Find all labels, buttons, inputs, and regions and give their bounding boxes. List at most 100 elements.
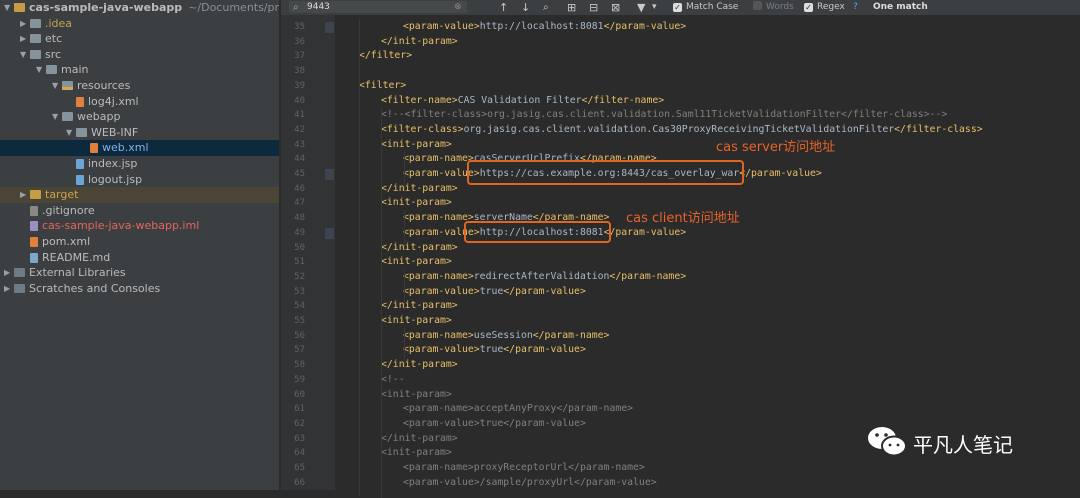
- project-path: ~/Documents/projec: [188, 1, 279, 14]
- add-selection-icon[interactable]: ⊞: [567, 0, 576, 15]
- tree-item[interactable]: ▶ target: [0, 187, 279, 204]
- code-line[interactable]: <filter-class>org.jasig.cas.client.valid…: [381, 123, 983, 138]
- search-input[interactable]: [307, 1, 447, 13]
- filter-icon[interactable]: ▼: [637, 0, 645, 15]
- line-number: 58: [294, 360, 305, 371]
- line-number: 35: [294, 22, 305, 32]
- tree-item-label: External Libraries: [29, 266, 126, 280]
- code-line[interactable]: </init-param>: [381, 299, 458, 314]
- code-line[interactable]: <init-param>: [381, 388, 452, 403]
- code-line[interactable]: <param-value>true</param-value>: [403, 285, 586, 300]
- code-line[interactable]: <init-param>: [381, 196, 452, 211]
- collapse-arrow-icon[interactable]: ▶: [20, 187, 30, 203]
- tree-item[interactable]: ▼ WEB-INF: [0, 125, 279, 141]
- tree-item[interactable]: README.md: [0, 250, 279, 266]
- tree-item-label: logout.jsp: [88, 172, 143, 186]
- expand-arrow-icon[interactable]: ▼: [4, 0, 14, 16]
- code-line[interactable]: <param-value>/sample/proxyUrl</param-val…: [403, 476, 657, 491]
- code-line[interactable]: <filter>: [359, 79, 406, 94]
- code-line[interactable]: </init-param>: [381, 432, 458, 447]
- regex-help-link[interactable]: ?: [853, 0, 858, 15]
- indent-guide: [381, 108, 382, 498]
- tree-item-label: .idea: [45, 16, 73, 30]
- match-case-option[interactable]: ✓ Match Case: [673, 0, 738, 15]
- change-marker: [325, 22, 334, 33]
- tree-item[interactable]: cas-sample-java-webapp.iml: [0, 218, 279, 234]
- clear-search-icon[interactable]: ⊗: [454, 0, 462, 15]
- code-line[interactable]: </init-param>: [381, 35, 458, 50]
- xml-tag: </init-param>: [381, 241, 458, 253]
- collapse-arrow-icon[interactable]: ▶: [20, 31, 30, 47]
- tree-item[interactable]: .gitignore: [0, 203, 279, 219]
- xml-comment: <param-value>/sample/proxyUrl</param-val…: [403, 476, 657, 488]
- tree-item[interactable]: ▶ etc: [0, 31, 279, 47]
- previous-occurrence-icon[interactable]: ↑: [499, 0, 508, 15]
- tree-item[interactable]: ▼ webapp: [0, 109, 279, 125]
- tree-item[interactable]: web.xml: [0, 140, 279, 157]
- expand-arrow-icon[interactable]: ▼: [52, 78, 62, 94]
- code-line[interactable]: <param-value>true</param-value>: [403, 343, 586, 358]
- xml-text: useSession: [473, 329, 533, 341]
- tree-item[interactable]: ▼ cas-sample-java-webapp ~/Documents/proje…: [0, 0, 279, 16]
- filter-dropdown-icon[interactable]: ▾: [652, 0, 657, 15]
- expand-arrow-icon[interactable]: ▼: [52, 109, 62, 125]
- code-line[interactable]: </init-param>: [381, 241, 458, 256]
- collapse-arrow-icon[interactable]: ▶: [4, 281, 14, 297]
- collapse-arrow-icon[interactable]: ▶: [4, 265, 14, 281]
- tree-item[interactable]: ▼ main: [0, 62, 279, 78]
- code-line[interactable]: </filter>: [359, 49, 412, 64]
- code-line[interactable]: <param-value>http://localhost:8081</para…: [403, 20, 686, 35]
- collapse-arrow-icon[interactable]: ▶: [20, 16, 30, 32]
- regex-checkbox[interactable]: ✓: [804, 3, 813, 12]
- xml-comment: <!--: [381, 373, 405, 385]
- line-number: 59: [294, 374, 305, 385]
- xml-tag: </filter-name>: [581, 94, 665, 106]
- indent-guide: [404, 211, 405, 251]
- expand-arrow-icon[interactable]: ▼: [20, 47, 30, 63]
- tree-item-label: etc: [45, 32, 63, 46]
- code-line[interactable]: <param-value>true</param-value>: [403, 417, 586, 432]
- code-line[interactable]: </init-param>: [381, 182, 458, 197]
- code-line[interactable]: <init-param>: [381, 138, 452, 153]
- tree-item[interactable]: index.jsp: [0, 156, 279, 172]
- code-line[interactable]: <init-param>: [381, 314, 452, 329]
- code-line[interactable]: <!--<filter-class>org.jasig.cas.client.v…: [381, 108, 947, 123]
- find-in-path-icon[interactable]: ⌕: [543, 0, 549, 15]
- code-line[interactable]: <param-name>acceptAnyProxy</param-name>: [403, 402, 633, 417]
- tree-item[interactable]: log4j.xml: [0, 94, 279, 110]
- tree-item[interactable]: ▶ .idea: [0, 16, 279, 32]
- code-line[interactable]: <filter-name>CAS Validation Filter</filt…: [381, 94, 664, 109]
- words-option[interactable]: Words: [753, 0, 794, 15]
- indent-guide: [404, 152, 405, 192]
- xml-tag: </param-value>: [503, 285, 586, 297]
- code-line[interactable]: <init-param>: [381, 446, 452, 461]
- code-line[interactable]: </init-param>: [381, 358, 458, 373]
- tree-item-label: webapp: [77, 110, 121, 124]
- code-line[interactable]: <init-param>: [381, 255, 452, 270]
- watermark: 平凡人笔记: [865, 423, 1013, 459]
- tree-item[interactable]: ▼ resources: [0, 78, 279, 94]
- code-line[interactable]: <!--: [381, 373, 405, 388]
- select-all-occurrences-icon[interactable]: ⊠: [611, 0, 620, 15]
- match-case-checkbox[interactable]: ✓: [673, 3, 682, 12]
- code-line[interactable]: <param-name>redirectAfterValidation</par…: [403, 270, 686, 285]
- remove-selection-icon[interactable]: ⊟: [589, 0, 598, 15]
- code-line[interactable]: <param-name>useSession</param-name>: [403, 329, 609, 344]
- tree-item[interactable]: ▼ src: [0, 47, 279, 63]
- tree-item[interactable]: logout.jsp: [0, 172, 279, 188]
- code-line[interactable]: <param-name>proxyReceptorUrl</param-name…: [403, 461, 645, 476]
- tree-item[interactable]: pom.xml: [0, 234, 279, 250]
- xml-tag: </param-value>: [739, 168, 822, 179]
- line-number: 56: [294, 330, 305, 341]
- regex-option[interactable]: ✓ Regex: [804, 0, 845, 15]
- tree-item[interactable]: ▶ External Libraries: [0, 265, 279, 281]
- expand-arrow-icon[interactable]: ▼: [66, 125, 76, 141]
- tree-item-label: web.xml: [102, 141, 149, 155]
- line-number: 63: [294, 433, 305, 444]
- tree-item[interactable]: ▶ Scratches and Consoles: [0, 281, 279, 297]
- expand-arrow-icon[interactable]: ▼: [36, 62, 46, 78]
- search-field[interactable]: ⌕ ⊗: [289, 1, 467, 13]
- xml-tag: <param-name>: [403, 329, 474, 341]
- words-checkbox[interactable]: [753, 1, 762, 10]
- next-occurrence-icon[interactable]: ↓: [521, 0, 530, 15]
